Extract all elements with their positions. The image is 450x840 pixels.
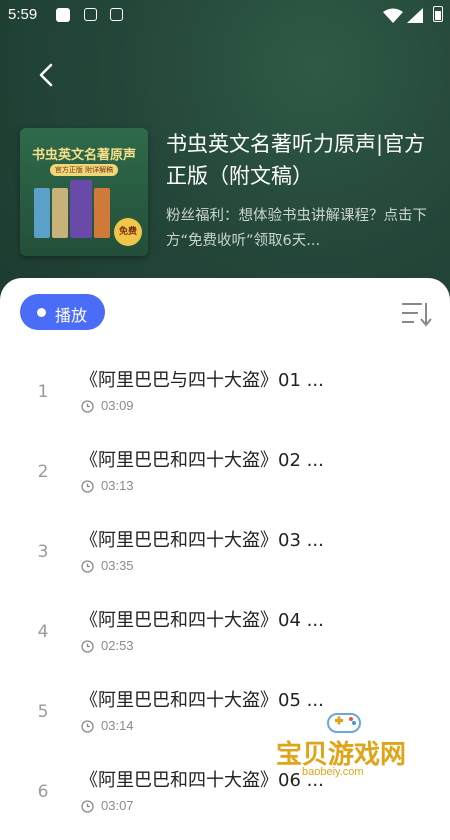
track-duration: 03:35 xyxy=(101,558,134,573)
track-index: 4 xyxy=(37,622,49,642)
cover-book xyxy=(52,188,68,238)
track-index: 2 xyxy=(37,462,49,482)
site-watermark: 宝贝游戏网 baobeiy.com xyxy=(270,706,430,796)
cover-subtitle: 官方正版 附详解稿 xyxy=(50,164,118,176)
free-badge: 免费 xyxy=(114,218,142,246)
play-button-label: 播放 xyxy=(55,306,88,325)
gamepad-icon xyxy=(327,713,361,733)
album-cover: 书虫英文名著原声 官方正版 附详解稿 免费 xyxy=(20,128,148,256)
signal-icon xyxy=(407,8,423,23)
track-title: 《阿里巴巴与四十大盗》01 ... xyxy=(80,370,324,391)
status-time: 5:59 xyxy=(8,6,38,23)
clock-icon xyxy=(81,720,94,733)
track-index: 5 xyxy=(37,702,49,722)
track-duration: 03:09 xyxy=(101,398,134,413)
battery-icon xyxy=(433,6,443,22)
track-index: 1 xyxy=(37,382,49,402)
track-row[interactable]: 1 《阿里巴巴与四十大盗》01 ... 03:09 xyxy=(0,360,450,440)
track-row[interactable]: 3 《阿里巴巴和四十大盗》03 ... 03:35 xyxy=(0,520,450,600)
notification-app-icon xyxy=(56,8,70,22)
track-duration: 03:13 xyxy=(101,478,134,493)
clock-icon xyxy=(81,800,94,813)
cover-book xyxy=(34,188,50,238)
wifi-icon xyxy=(383,8,403,23)
track-title: 《阿里巴巴和四十大盗》02 ... xyxy=(80,450,324,471)
cover-title: 书虫英文名著原声 xyxy=(31,148,136,163)
status-bar: 5:59 xyxy=(0,0,450,30)
track-row[interactable]: 4 《阿里巴巴和四十大盗》04 ... 02:53 xyxy=(0,600,450,680)
clock-icon xyxy=(81,560,94,573)
notification-a-icon xyxy=(84,8,97,21)
back-arrow-icon[interactable] xyxy=(34,60,60,90)
album-description[interactable]: 粉丝福利：想体验书虫讲解课程？点击下方“免费收听”领取6天... xyxy=(166,204,434,254)
track-index: 3 xyxy=(37,542,49,562)
track-duration: 03:14 xyxy=(101,718,134,733)
clock-icon xyxy=(81,640,94,653)
track-index: 6 xyxy=(37,782,49,802)
cover-book xyxy=(94,188,110,238)
album-title: 书虫英文名著听力原声|官方正版（附文稿） xyxy=(166,132,426,188)
track-duration: 02:53 xyxy=(101,638,134,653)
play-all-button[interactable]: 播放 xyxy=(20,294,105,330)
cover-book xyxy=(70,180,92,238)
clock-icon xyxy=(81,480,94,493)
play-dot-icon xyxy=(37,308,46,317)
watermark-url: baobeiy.com xyxy=(302,766,364,778)
track-row[interactable]: 2 《阿里巴巴和四十大盗》02 ... 03:13 xyxy=(0,440,450,520)
clock-icon xyxy=(81,400,94,413)
track-title: 《阿里巴巴和四十大盗》04 ... xyxy=(80,610,324,631)
track-title: 《阿里巴巴和四十大盗》03 ... xyxy=(80,530,324,551)
notification-k-icon xyxy=(110,8,123,21)
sort-icon[interactable] xyxy=(400,300,432,328)
track-duration: 03:07 xyxy=(101,798,134,813)
